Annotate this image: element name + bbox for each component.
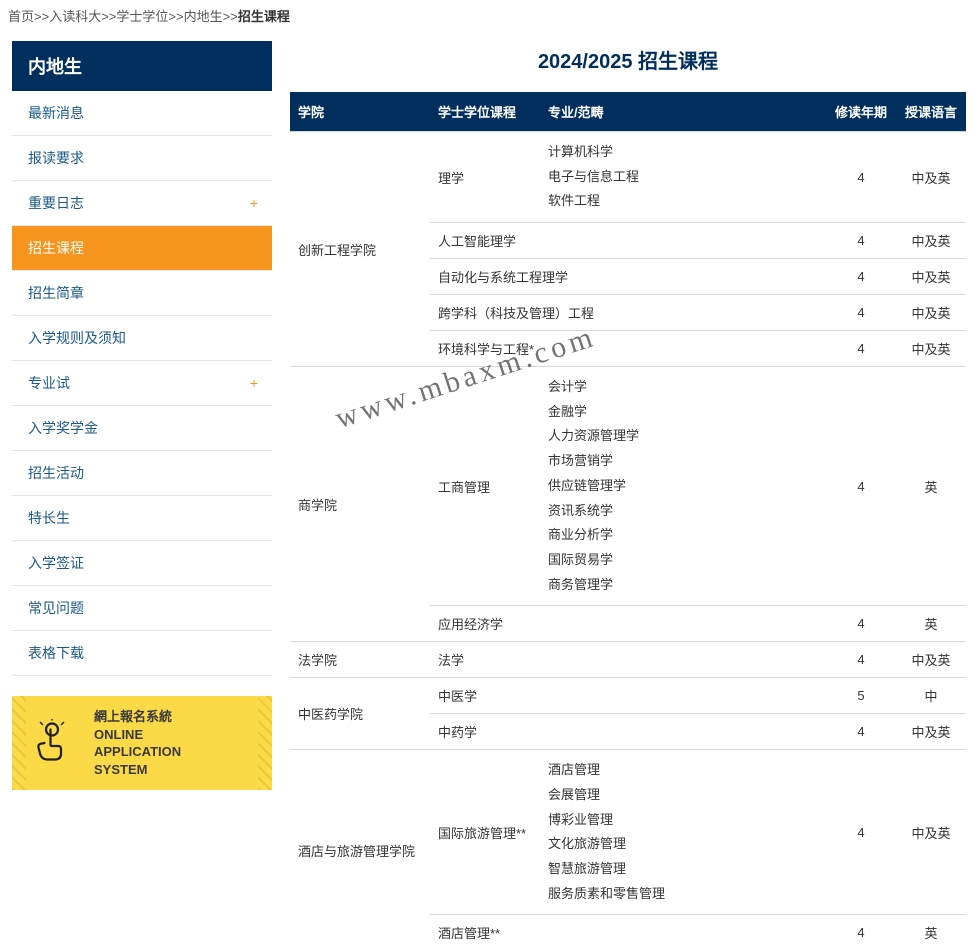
sidebar-item-label: 招生活动 (28, 465, 84, 481)
cell-program: 应用经济学 (430, 606, 826, 642)
cell-lang: 中及英 (896, 642, 966, 678)
table-row: 商学院工商管理会计学金融学人力资源管理学市场营销学供应链管理学资讯系统学商业分析… (290, 367, 966, 606)
cell-faculty: 中医药学院 (290, 678, 430, 750)
sidebar-item[interactable]: 表格下载 (12, 631, 272, 676)
cell-lang: 中 (896, 678, 966, 714)
cell-lang: 中及英 (896, 223, 966, 259)
th-faculty: 学院 (290, 92, 430, 132)
expand-icon: + (250, 375, 258, 391)
cell-program: 理学 (430, 132, 540, 223)
cell-years: 4 (826, 259, 896, 295)
cell-lang: 英 (896, 606, 966, 642)
cell-program: 环境科学与工程* (430, 331, 826, 367)
cell-faculty: 创新工程学院 (290, 132, 430, 367)
page-title: 2024/2025 招生课程 (290, 45, 966, 74)
sidebar-item-label: 入学奖学金 (28, 420, 98, 436)
cell-lang: 中及英 (896, 714, 966, 750)
cell-years: 4 (826, 132, 896, 223)
cell-years: 4 (826, 714, 896, 750)
cell-lang: 英 (896, 367, 966, 606)
cell-lang: 中及英 (896, 132, 966, 223)
sidebar-item-label: 报读要求 (28, 150, 84, 166)
cell-program: 法学 (430, 642, 826, 678)
cell-major: 计算机科学电子与信息工程软件工程 (540, 132, 826, 223)
sidebar-item-label: 特长生 (28, 510, 70, 526)
sidebar-item[interactable]: 招生课程 (12, 226, 272, 271)
cell-years: 4 (826, 606, 896, 642)
cell-lang: 中及英 (896, 750, 966, 915)
sidebar-nav: 最新消息报读要求重要日志 + 招生课程招生简章入学规则及须知专业试 + 入学奖学金招生活… (12, 91, 272, 676)
online-application-banner[interactable]: 網上報名系統 ONLINE APPLICATION SYSTEM (12, 696, 272, 790)
sidebar-item[interactable]: 特长生 (12, 496, 272, 541)
sidebar-item-label: 入学签证 (28, 555, 84, 571)
th-lang: 授课语言 (896, 92, 966, 132)
th-program: 学士学位课程 (430, 92, 540, 132)
sidebar-item-label: 重要日志 (28, 195, 84, 211)
table-row: 中医药学院中医学5中 (290, 678, 966, 714)
breadcrumb-item[interactable]: 内地生 (184, 9, 223, 24)
breadcrumb-item[interactable]: 学士学位 (116, 9, 168, 24)
sidebar-item-label: 最新消息 (28, 105, 84, 121)
sidebar-item-label: 表格下载 (28, 645, 84, 661)
program-table: 学院 学士学位课程 专业/范畴 修读年期 授课语言 创新工程学院理学计算机科学电… (290, 92, 966, 950)
sidebar-item-label: 招生简章 (28, 285, 84, 301)
main-content: www.mbaxm.com 2024/2025 招生课程 学院 学士学位课程 专… (290, 41, 966, 950)
sidebar-item[interactable]: 专业试 + (12, 361, 272, 406)
sidebar-item[interactable]: 入学规则及须知 (12, 316, 272, 361)
sidebar-item[interactable]: 重要日志 + (12, 181, 272, 226)
th-years: 修读年期 (826, 92, 896, 132)
cell-years: 4 (826, 223, 896, 259)
cell-program: 自动化与系统工程理学 (430, 259, 826, 295)
cell-years: 4 (826, 367, 896, 606)
cell-lang: 英 (896, 915, 966, 950)
breadcrumb: 首页>>入读科大>>学士学位>>内地生>>招生课程 (0, 0, 978, 31)
table-row: 酒店与旅游管理学院国际旅游管理**酒店管理会展管理博彩业管理文化旅游管理智慧旅游… (290, 750, 966, 915)
cell-years: 4 (826, 331, 896, 367)
cell-faculty: 商学院 (290, 367, 430, 642)
cell-program: 人工智能理学 (430, 223, 826, 259)
table-row: 法学院法学4中及英 (290, 642, 966, 678)
sidebar-item[interactable]: 招生活动 (12, 451, 272, 496)
cell-years: 5 (826, 678, 896, 714)
sidebar-item[interactable]: 招生简章 (12, 271, 272, 316)
sidebar-item[interactable]: 最新消息 (12, 91, 272, 136)
cell-major: 会计学金融学人力资源管理学市场营销学供应链管理学资讯系统学商业分析学国际贸易学商… (540, 367, 826, 606)
cell-program: 中药学 (430, 714, 826, 750)
cell-lang: 中及英 (896, 259, 966, 295)
table-row: 创新工程学院理学计算机科学电子与信息工程软件工程4中及英 (290, 132, 966, 223)
cell-major: 酒店管理会展管理博彩业管理文化旅游管理智慧旅游管理服务质素和零售管理 (540, 750, 826, 915)
cell-faculty: 酒店与旅游管理学院 (290, 750, 430, 950)
cell-faculty: 法学院 (290, 642, 430, 678)
cell-program: 国际旅游管理** (430, 750, 540, 915)
sidebar: 内地生 最新消息报读要求重要日志 + 招生课程招生简章入学规则及须知专业试 + 入学奖学… (12, 41, 272, 950)
banner-text: 網上報名系統 ONLINE APPLICATION SYSTEM (94, 708, 181, 778)
sidebar-item-label: 常见问题 (28, 600, 84, 616)
sidebar-item-label: 招生课程 (28, 240, 84, 256)
cell-program: 酒店管理** (430, 915, 826, 950)
th-major: 专业/范畴 (540, 92, 826, 132)
cell-program: 工商管理 (430, 367, 540, 606)
sidebar-item[interactable]: 入学奖学金 (12, 406, 272, 451)
cell-years: 4 (826, 750, 896, 915)
sidebar-item[interactable]: 常见问题 (12, 586, 272, 631)
sidebar-item-label: 入学规则及须知 (28, 330, 126, 346)
sidebar-item[interactable]: 报读要求 (12, 136, 272, 181)
sidebar-item-label: 专业试 (28, 375, 70, 391)
cell-program: 中医学 (430, 678, 826, 714)
cell-years: 4 (826, 915, 896, 950)
cell-lang: 中及英 (896, 331, 966, 367)
cell-years: 4 (826, 642, 896, 678)
breadcrumb-current: 招生课程 (238, 9, 290, 24)
cell-lang: 中及英 (896, 295, 966, 331)
tap-hand-icon (22, 713, 82, 773)
sidebar-item[interactable]: 入学签证 (12, 541, 272, 586)
sidebar-header: 内地生 (12, 41, 272, 91)
cell-years: 4 (826, 295, 896, 331)
breadcrumb-item[interactable]: 首页 (8, 9, 34, 24)
cell-program: 跨学科（科技及管理）工程 (430, 295, 826, 331)
expand-icon: + (250, 195, 258, 211)
breadcrumb-item[interactable]: 入读科大 (49, 9, 101, 24)
